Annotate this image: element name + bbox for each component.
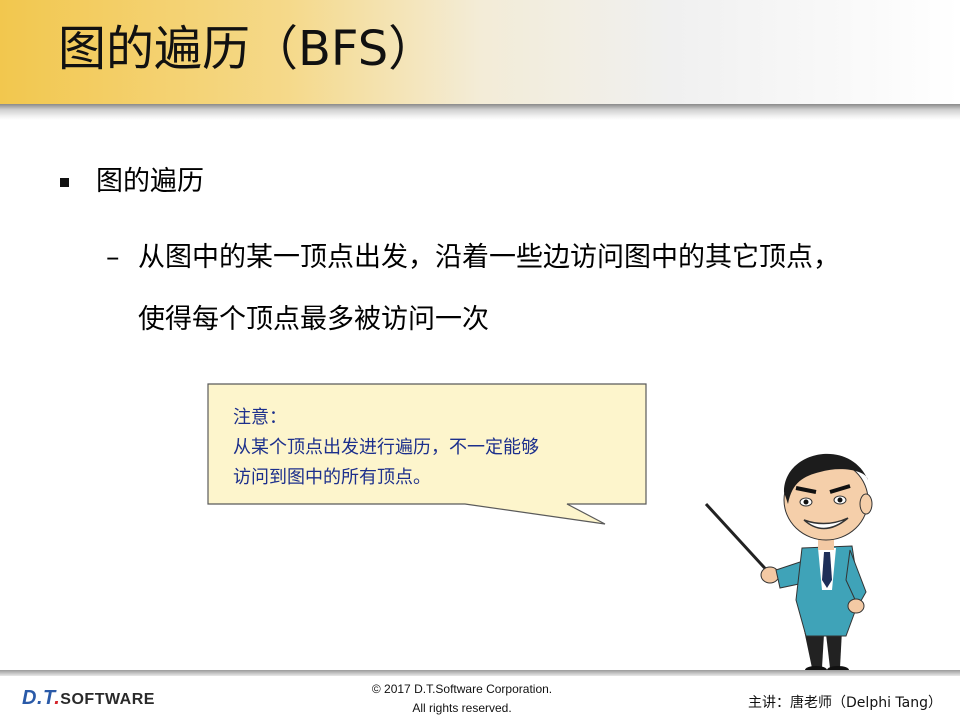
header-shadow [0, 104, 960, 120]
sub-bullet-line-2: 使得每个顶点最多被访问一次 [138, 304, 489, 335]
bullet-text: 图的遍历 [96, 166, 204, 197]
callout-line: 访问到图中的所有顶点。 [233, 467, 431, 488]
callout-line: 从某个顶点出发进行遍历，不一定能够 [233, 437, 539, 458]
slide-title: 图的遍历（BFS） [58, 21, 437, 77]
square-bullet-icon [60, 178, 69, 187]
callout-line: 注意： [233, 407, 287, 428]
footer-divider [0, 670, 960, 676]
dt-software-logo: D.T.SOFTWARE [22, 687, 155, 710]
copyright-line-2: All rights reserved. [412, 701, 512, 715]
teacher-illustration [704, 453, 873, 674]
copyright: © 2017 D.T.Software Corporation. All rig… [362, 680, 562, 718]
logo-software: SOFTWARE [60, 691, 155, 708]
callout-text: 注意： 从某个顶点出发进行遍历，不一定能够 访问到图中的所有顶点。 [233, 403, 539, 493]
lecturer-credit: 主讲：唐老师（Delphi Tang） [748, 695, 942, 711]
sub-bullet-dash: – [106, 242, 120, 273]
copyright-line-1: © 2017 D.T.Software Corporation. [371, 682, 553, 696]
logo-dt: D.T [22, 687, 55, 709]
sub-bullet-line-1: 从图中的某一顶点出发，沿着一些边访问图中的其它顶点， [138, 242, 840, 273]
